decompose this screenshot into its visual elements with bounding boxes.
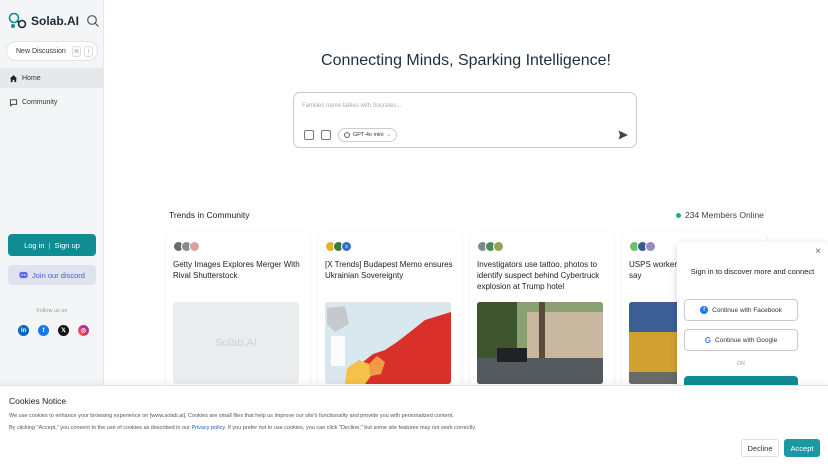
street-photo-icon [477,302,603,384]
model-selector[interactable]: GPT-4o mini ⌄ [338,128,397,142]
signin-title: Sign in to discover more and connect [690,267,815,276]
prompt-placeholder[interactable]: Families name tables with Socrates... [302,103,401,109]
close-icon[interactable]: × [815,246,821,257]
avatar [645,241,656,252]
divider: | [48,240,51,250]
send-icon[interactable] [617,129,629,141]
accept-button[interactable]: Accept [784,439,820,457]
discord-label: Join our discord [32,270,85,280]
card-title[interactable]: Investigators use tattoo, photos to iden… [477,259,609,292]
cookie-banner: Cookies Notice We use cookies to enhance… [0,385,828,466]
social-links: in f 𝕏 ◎ [18,325,89,336]
cookie-consent-text: By clicking "Accept," you consent to the… [9,425,476,431]
model-label: GPT-4o mini [353,132,384,138]
members-online-label: 234 Members Online [685,210,764,220]
or-divider: OR [736,361,746,367]
cookie-consent-post: . If you prefer not to use cookies, you … [224,425,477,431]
decline-button[interactable]: Decline [741,439,779,457]
avatar [189,241,200,252]
members-online: 234 Members Online [676,210,764,220]
continue-with-google-button[interactable]: G Continue with Google [684,329,798,351]
placeholder-brand: Solab.AI [215,337,257,349]
privacy-policy-link[interactable]: Privacy policy [191,425,224,431]
chevron-down-icon: ⌄ [386,132,391,138]
shortcut-key-cmd: ⌘ [72,46,81,57]
brand-name: Solab.AI [31,14,80,28]
online-dot-icon [676,212,681,218]
login-label[interactable]: Log in [24,241,44,250]
cookie-text: We use cookies to enhance your browsing … [9,413,454,419]
linkedin-icon[interactable]: in [18,325,29,336]
openai-icon [344,132,350,138]
sidebar-item-label: Home [22,74,41,82]
avatar-group [173,241,200,252]
google-icon: G [704,335,712,345]
signup-label[interactable]: Sign up [54,241,79,250]
signin-popup: × Sign in to discover more and connect f… [677,242,828,390]
home-icon [9,74,18,82]
community-icon [9,98,18,107]
new-discussion-button[interactable]: New Discussion ⌘ I [6,41,98,61]
avatar: x [341,241,352,252]
prompt-input-box[interactable]: Families name tables with Socrates... GP… [293,92,637,148]
follow-us-label: Follow us on [36,308,68,314]
search-icon[interactable] [86,14,100,28]
avatar-group [629,241,656,252]
card-thumbnail-street [477,302,603,384]
sidebar-item-label: Community [22,98,58,106]
shortcut-key-i: I [84,46,93,57]
card-thumbnail: Solab.AI [173,302,299,384]
facebook-icon: f [700,306,709,314]
avatar-group: x [325,241,352,252]
logo[interactable]: Solab.AI [8,12,79,30]
europe-map-icon [325,302,451,384]
trend-card[interactable]: x [X Trends] Budapest Memo ensures Ukrai… [318,232,462,392]
trend-card[interactable]: Investigators use tattoo, photos to iden… [470,232,614,392]
login-signup-button[interactable]: Log in | Sign up [8,234,96,256]
cookie-consent-pre: By clicking "Accept," you consent to the… [9,425,190,431]
attach-file-icon[interactable] [304,130,314,140]
page-headline: Connecting Minds, Sparking Intelligence! [321,52,611,69]
avatar [493,241,504,252]
sidebar-item-community[interactable]: Community [0,92,104,112]
card-title[interactable]: Getty Images Explores Merger With Rival … [173,259,305,281]
continue-with-facebook-button[interactable]: f Continue with Facebook [684,299,798,321]
instagram-icon[interactable]: ◎ [78,325,89,336]
facebook-label: Continue with Facebook [712,306,782,314]
solab-logo-icon [8,12,27,29]
cookie-title: Cookies Notice [9,396,67,406]
card-title[interactable]: [X Trends] Budapest Memo ensures Ukraini… [325,259,457,281]
google-label: Continue with Google [715,336,778,344]
trends-heading: Trends in Community [169,210,250,220]
image-upload-icon[interactable] [321,130,331,140]
join-discord-button[interactable]: Join our discord [8,265,96,285]
facebook-icon[interactable]: f [38,325,49,336]
trend-card[interactable]: Getty Images Explores Merger With Rival … [166,232,310,392]
discord-icon [19,271,28,279]
sidebar-item-home[interactable]: Home [0,68,104,88]
avatar-group [477,241,504,252]
card-thumbnail-map [325,302,451,384]
new-discussion-label: New Discussion [16,47,66,55]
x-icon[interactable]: 𝕏 [58,325,69,336]
